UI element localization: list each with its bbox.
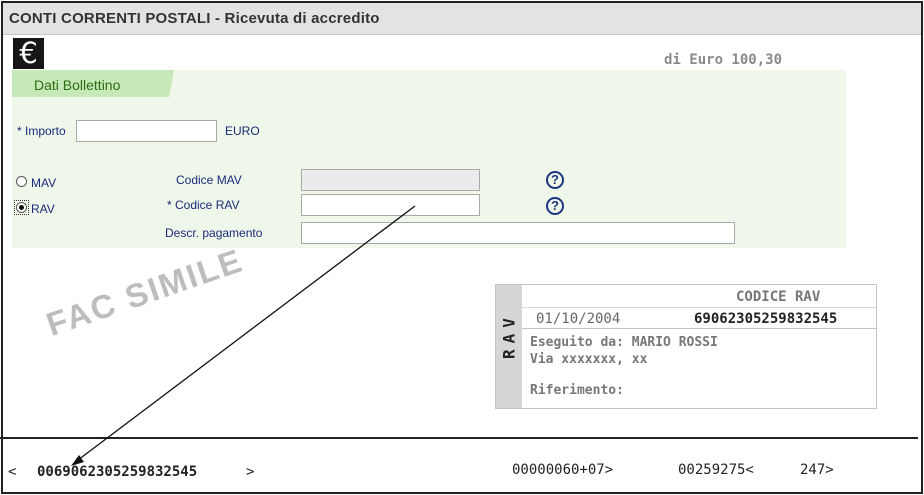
receipt-side-label: RAV [499,312,519,359]
codeline-separator [0,437,918,439]
receipt-divider [522,328,876,329]
euro-logo-icon: € [13,38,44,69]
currency-label: EURO [225,124,260,138]
codice-mav-label: Codice MAV [176,173,242,187]
rav-radio-label: RAV [31,202,55,216]
mav-radio-label: MAV [31,176,57,190]
rav-receipt: RAV CODICE RAV 01/10/2004 69062305259832… [495,284,877,409]
codeline-amount: 00000060+07> [512,462,614,478]
codice-mav-help-icon[interactable]: ? [546,171,564,189]
codice-mav-input[interactable] [301,169,480,191]
codice-rav-label: * Codice RAV [167,198,240,212]
receipt-header-line [522,307,876,308]
codeline-account: 00259275< [678,462,754,478]
title-bar: CONTI CORRENTI POSTALI - Ricevuta di acc… [3,3,921,35]
importo-label: * Importo [17,124,66,138]
page-title: CONTI CORRENTI POSTALI - Ricevuta di acc… [9,10,380,27]
receipt-date: 01/10/2004 [536,311,621,327]
descr-pagamento-input[interactable] [301,222,735,244]
codice-rav-help-icon[interactable]: ? [546,197,564,215]
importo-input[interactable] [76,120,217,142]
section-label: Dati Bollettino [34,77,121,93]
amount-label: di Euro 100,30 [664,52,783,68]
codeline-type: 247> [800,462,834,478]
receipt-code: 69062305259832545 [694,311,838,327]
receipt-side-band: RAV [496,285,522,408]
receipt-address: Via xxxxxxx, xx [530,352,648,367]
rav-radio[interactable] [16,202,27,213]
codeline-left-close: > [246,464,255,480]
receipt-header: CODICE RAV [736,289,821,305]
descr-pagamento-label: Descr. pagamento [165,226,263,240]
codice-rav-input[interactable] [301,194,480,216]
receipt-reference: Riferimento: [530,383,624,398]
codeline-rav-code: 0069062305259832545 [37,464,198,480]
receipt-executed-by: Eseguito da: MARIO ROSSI [530,335,718,350]
codeline-left-open: < [8,464,17,480]
mav-radio[interactable] [16,176,27,187]
